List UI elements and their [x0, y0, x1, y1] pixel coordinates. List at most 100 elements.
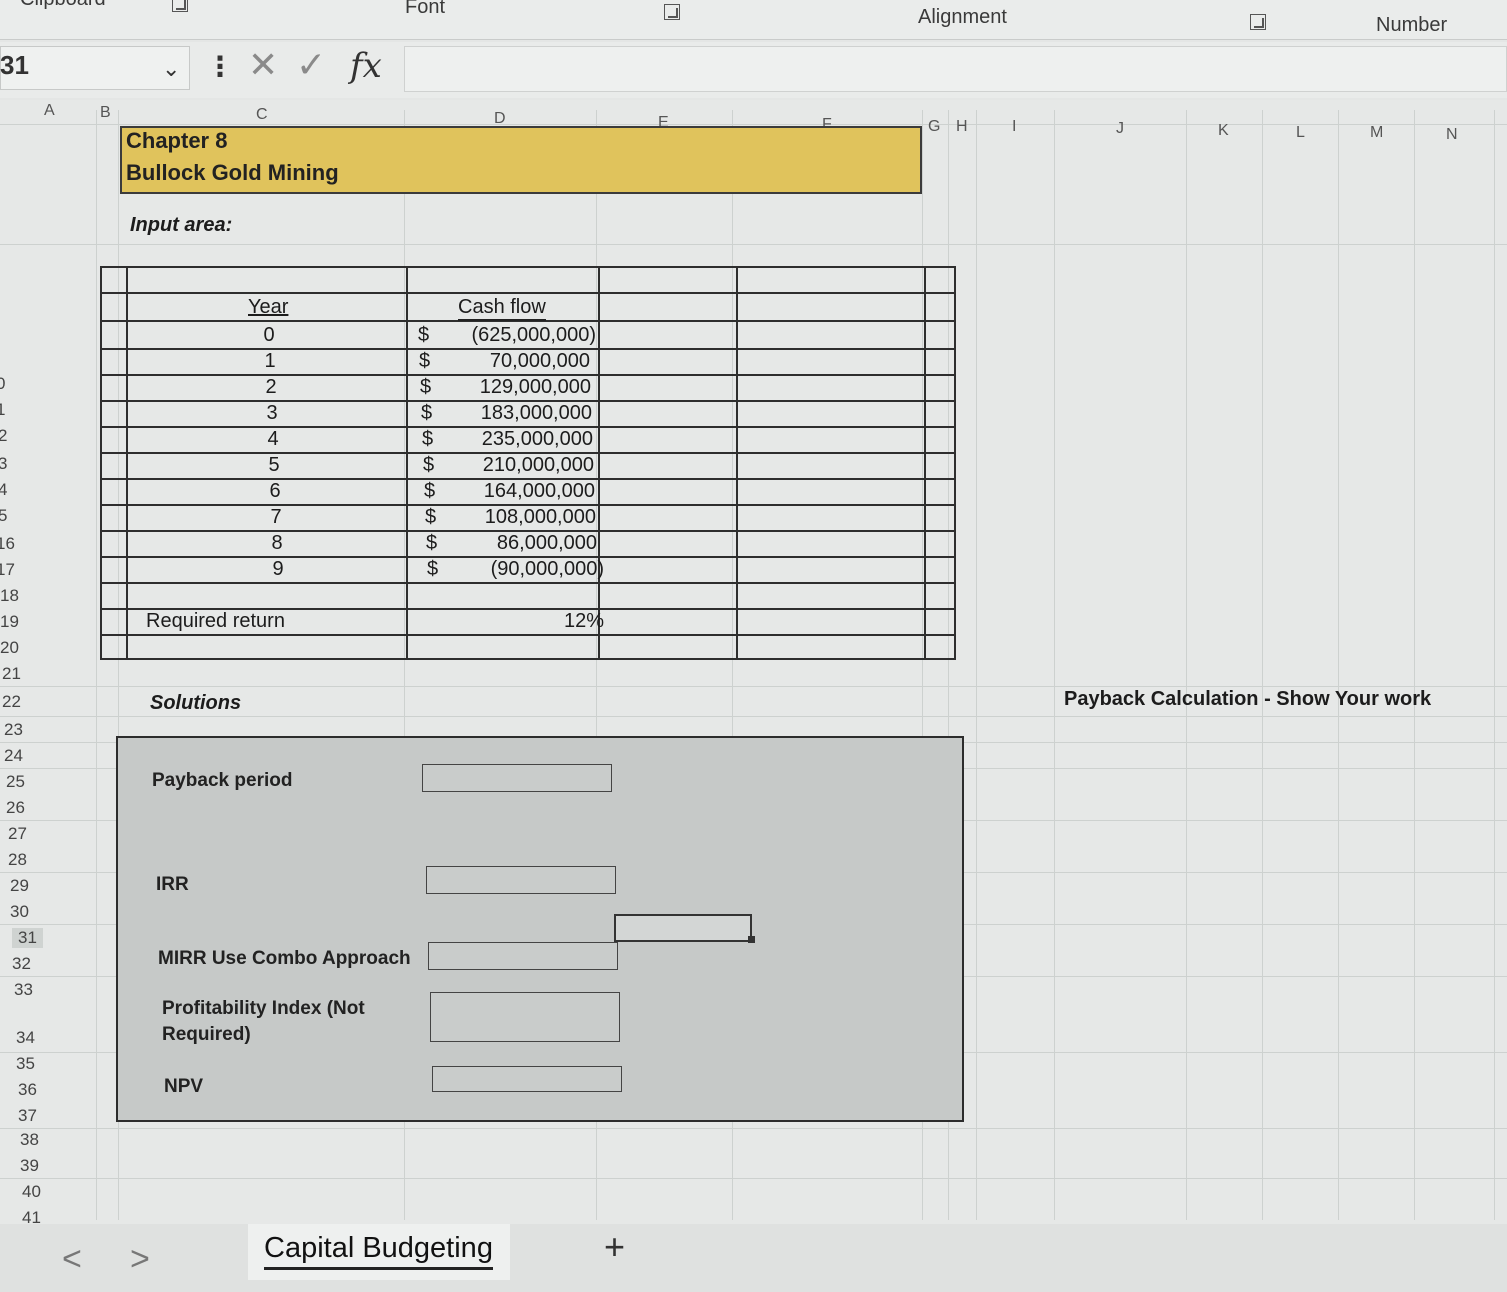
formula-input[interactable]: [404, 46, 1507, 92]
grid-line: [976, 110, 977, 1220]
row-header[interactable]: 29: [10, 876, 29, 896]
clipboard-launcher-icon[interactable]: [172, 0, 188, 12]
row-header[interactable]: 39: [20, 1156, 39, 1176]
row-header[interactable]: 32: [12, 954, 31, 974]
npv-cell[interactable]: [432, 1066, 622, 1092]
cashflow-cell[interactable]: 210,000,000: [404, 454, 594, 477]
font-launcher-icon[interactable]: [664, 4, 680, 20]
grid-line: [1338, 110, 1339, 1220]
table-border: [100, 292, 956, 294]
sheet-tab-label: Capital Budgeting: [264, 1232, 493, 1270]
enter-check-icon[interactable]: ✓: [296, 44, 326, 86]
required-return-value[interactable]: 12%: [530, 610, 604, 633]
cashflow-cell[interactable]: 108,000,000: [406, 506, 596, 529]
year-cell[interactable]: 1: [255, 350, 285, 373]
irr-label: IRR: [156, 874, 189, 895]
clipboard-group-label: Clipboard: [20, 0, 106, 11]
chevron-right-icon[interactable]: >: [130, 1240, 150, 1279]
row-header[interactable]: 35: [16, 1054, 35, 1074]
year-cell[interactable]: 3: [257, 402, 287, 425]
col-header-k[interactable]: K: [1218, 122, 1229, 140]
cashflow-cell[interactable]: (625,000,000): [406, 324, 596, 347]
cashflow-cell[interactable]: 70,000,000: [400, 350, 590, 373]
col-header-m[interactable]: M: [1370, 124, 1383, 142]
cashflow-cell[interactable]: 86,000,000: [407, 532, 597, 555]
grid-line: [0, 1178, 1507, 1179]
col-header-b[interactable]: B: [100, 104, 111, 122]
cashflow-cell[interactable]: 164,000,000: [405, 480, 595, 503]
mirr-cell[interactable]: [428, 942, 618, 970]
ribbon: Clipboard Font Alignment Number: [0, 0, 1507, 40]
row-header[interactable]: 38: [20, 1130, 39, 1150]
row-header[interactable]: 23: [4, 720, 23, 740]
chapter-title: Chapter 8: [126, 128, 228, 153]
row-header[interactable]: 28: [8, 850, 27, 870]
company-title: Bullock Gold Mining: [126, 160, 339, 185]
row-header[interactable]: 37: [18, 1106, 37, 1126]
irr-cell[interactable]: [426, 866, 616, 894]
row-header[interactable]: 34: [16, 1028, 35, 1048]
solutions-panel: [116, 736, 964, 1122]
cashflow-cell[interactable]: 183,000,000: [402, 402, 592, 425]
year-cell[interactable]: 6: [260, 480, 290, 503]
row-header[interactable]: 5: [0, 506, 7, 526]
required-return-label: Required return: [146, 610, 285, 632]
year-cell[interactable]: 9: [263, 558, 293, 581]
row-header[interactable]: 16: [0, 534, 15, 554]
grid-line: [1262, 110, 1263, 1220]
year-cell[interactable]: 2: [256, 376, 286, 399]
year-cell[interactable]: 8: [262, 532, 292, 555]
cashflow-cell[interactable]: (90,000,000): [414, 558, 604, 581]
row-header[interactable]: 1: [0, 400, 5, 420]
row-header-selected[interactable]: 31: [12, 928, 43, 948]
col-header-i[interactable]: I: [1012, 118, 1016, 136]
row-header[interactable]: 2: [0, 426, 7, 446]
row-header[interactable]: 21: [2, 664, 21, 684]
year-cell[interactable]: 4: [258, 428, 288, 451]
row-header[interactable]: 0: [0, 374, 5, 394]
row-header[interactable]: 4: [0, 480, 7, 500]
col-header-l[interactable]: L: [1296, 124, 1305, 142]
col-header-n[interactable]: N: [1446, 126, 1458, 144]
profitability-index-cell[interactable]: [430, 992, 620, 1042]
selected-cell[interactable]: [614, 914, 752, 942]
row-header[interactable]: 18: [0, 586, 19, 606]
row-header[interactable]: 22: [2, 692, 21, 712]
fill-handle[interactable]: [748, 936, 755, 943]
grid-line: [0, 124, 1507, 125]
add-sheet-icon[interactable]: +: [604, 1226, 625, 1268]
cancel-icon[interactable]: ✕: [248, 44, 278, 86]
col-header-c[interactable]: C: [256, 106, 268, 124]
year-cell[interactable]: 7: [261, 506, 291, 529]
col-header-a[interactable]: A: [44, 102, 55, 120]
col-header-h[interactable]: H: [956, 118, 968, 136]
row-header[interactable]: 24: [4, 746, 23, 766]
more-options-icon[interactable]: ⋮: [206, 50, 234, 83]
alignment-launcher-icon[interactable]: [1250, 14, 1266, 30]
col-header-j[interactable]: J: [1116, 120, 1124, 138]
year-cell[interactable]: 5: [259, 454, 289, 477]
row-header[interactable]: 20: [0, 638, 19, 658]
row-header[interactable]: 25: [6, 772, 25, 792]
row-header[interactable]: 40: [22, 1182, 41, 1202]
chevron-down-icon[interactable]: ⌄: [162, 56, 180, 82]
col-header-g[interactable]: G: [928, 118, 940, 136]
year-cell[interactable]: 0: [254, 324, 284, 347]
row-header[interactable]: 33: [14, 980, 33, 1000]
row-header[interactable]: 3: [0, 454, 7, 474]
grid-line: [1494, 110, 1495, 1220]
payback-period-cell[interactable]: [422, 764, 612, 792]
row-header[interactable]: 30: [10, 902, 29, 922]
font-group-label: Font: [405, 0, 446, 18]
row-header[interactable]: 27: [8, 824, 27, 844]
mirr-label: MIRR Use Combo Approach: [158, 948, 411, 969]
row-header[interactable]: 26: [6, 798, 25, 818]
cashflow-cell[interactable]: 129,000,000: [401, 376, 591, 399]
chevron-left-icon[interactable]: <: [62, 1240, 82, 1279]
insert-function-icon[interactable]: fx: [350, 46, 382, 86]
row-header[interactable]: 19: [0, 612, 19, 632]
row-header[interactable]: 36: [18, 1080, 37, 1100]
row-header[interactable]: 17: [0, 560, 15, 580]
table-border: [100, 634, 956, 636]
cashflow-cell[interactable]: 235,000,000: [403, 428, 593, 451]
